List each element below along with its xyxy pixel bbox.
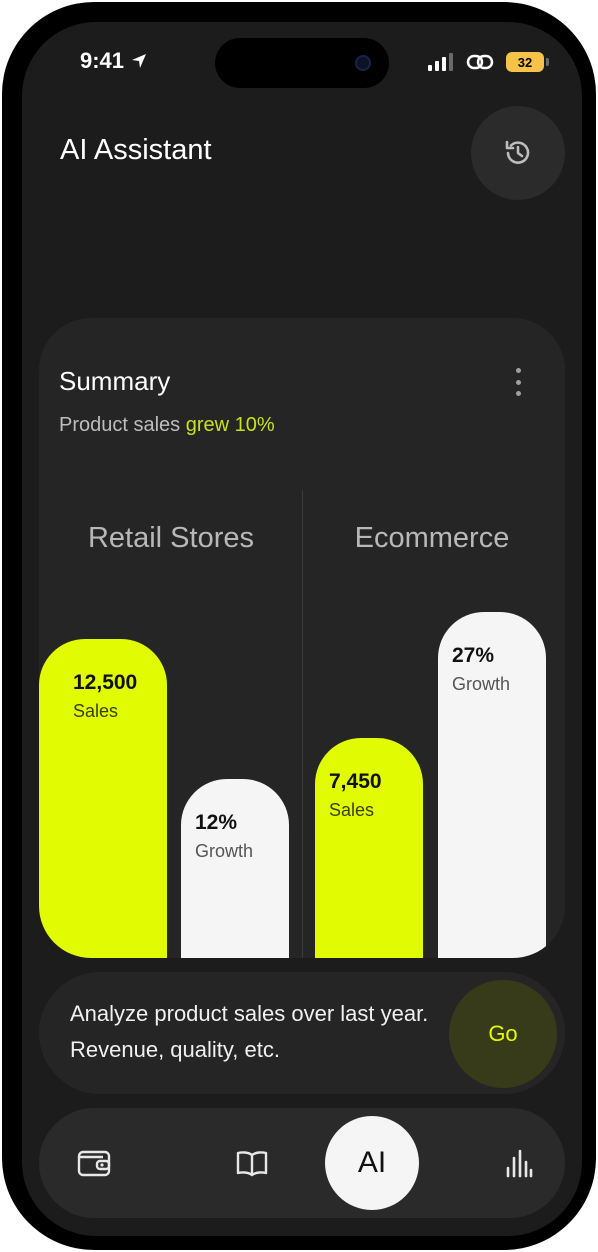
history-icon [505, 140, 530, 164]
bar-value: 12% [195, 811, 238, 834]
status-indicators: 32 [428, 52, 549, 72]
go-button[interactable]: Go [449, 980, 557, 1088]
bar-chart-icon [506, 1149, 533, 1178]
group-title-retail: Retail Stores [87, 522, 254, 554]
tab-library[interactable] [217, 1108, 287, 1218]
summary-subtitle-text: Product sales [59, 414, 186, 436]
signal-icon [428, 53, 453, 71]
location-arrow-icon [132, 54, 147, 68]
bar-ecommerce-growth: 27% Growth [438, 612, 546, 958]
more-dot-icon [515, 391, 521, 396]
group-title-ecommerce: Ecommerce [354, 522, 510, 554]
more-dot-icon [515, 379, 521, 385]
bar-ecommerce-sales: 7,450 Sales [315, 738, 423, 958]
prompt-input[interactable]: Analyze product sales over last year. Re… [39, 972, 565, 1094]
summary-growth-highlight: grew 10% [185, 414, 275, 436]
bar-label: Growth [452, 674, 511, 694]
link-icon [466, 54, 494, 70]
prompt-text[interactable]: Analyze product sales over last year. Re… [70, 996, 440, 1068]
status-time: 9:41 [80, 48, 148, 74]
camera-icon [355, 55, 371, 71]
tab-stats[interactable] [494, 1108, 544, 1218]
tab-ai[interactable]: AI [325, 1116, 419, 1210]
bar-label: Growth [195, 841, 254, 861]
summary-card: Summary Product sales grew 10% Retail St… [39, 318, 565, 958]
bar-label: Sales [73, 701, 119, 721]
bar-value: 27% [452, 644, 495, 667]
more-options-button[interactable] [507, 366, 529, 398]
dynamic-island [215, 38, 389, 88]
tab-bar: AI [39, 1108, 565, 1218]
battery-icon: 32 [506, 52, 549, 72]
group-divider [302, 490, 303, 958]
bar-label: Sales [329, 800, 375, 820]
tab-wallet[interactable] [59, 1108, 129, 1218]
history-button[interactable] [471, 106, 565, 200]
bar-value: 7,450 [329, 770, 382, 793]
bar-retail-sales: 12,500 Sales [39, 639, 167, 958]
summary-title: Summary [59, 366, 171, 396]
screen: 9:41 32 AI Assistant Summary Product sal… [22, 22, 582, 1236]
more-dot-icon [515, 368, 521, 373]
book-icon [236, 1151, 268, 1177]
summary-subtitle: Product sales grew 10% [59, 414, 275, 437]
battery-level: 32 [517, 54, 533, 70]
page-title: AI Assistant [60, 134, 212, 166]
wallet-icon [77, 1150, 111, 1177]
bar-value: 12,500 [73, 671, 138, 694]
status-time-label: 9:41 [80, 48, 125, 73]
bar-retail-growth: 12% Growth [181, 779, 289, 958]
phone-frame: 9:41 32 AI Assistant Summary Product sal… [2, 2, 596, 1250]
